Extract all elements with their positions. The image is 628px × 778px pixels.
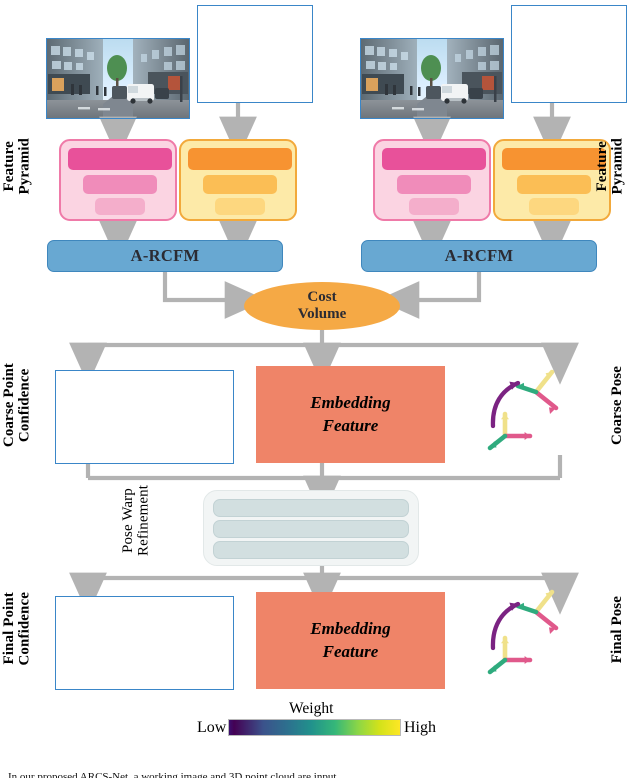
- cost-volume-label-line1: Cost: [307, 289, 337, 306]
- legend-title: Weight: [289, 700, 334, 717]
- a-rcfm-block-left: A-RCFM: [47, 240, 283, 272]
- pyramid-bar-level1: [68, 148, 172, 170]
- label-coarse-pose: Coarse Pose: [609, 366, 626, 445]
- label-line1: Feature: [593, 141, 610, 192]
- legend-low-label: Low: [197, 719, 227, 736]
- camera-panel-right: [360, 38, 504, 119]
- legend-high-label: High: [404, 719, 436, 736]
- embedding-feature-coarse: Embedding Feature: [256, 366, 445, 463]
- label-line2: Pyramid: [16, 138, 33, 195]
- label-line2: Confidence: [16, 368, 33, 442]
- camera-panel-left: [46, 38, 190, 119]
- label-line1: Pose Warp: [120, 488, 136, 553]
- pyramid-bar-level3: [529, 198, 579, 215]
- label-line2: Confidence: [16, 592, 33, 666]
- label-coarse-point-confidence: Coarse Point Confidence: [1, 363, 33, 448]
- pyramid-bar-level1: [188, 148, 292, 170]
- refinement-bar-1: [213, 499, 409, 517]
- pyramid-bar-level1: [502, 148, 606, 170]
- a-rcfm-label: A-RCFM: [444, 246, 514, 265]
- pyramid-bar-level3: [95, 198, 145, 215]
- embedding-label-line1: Embedding: [310, 618, 391, 638]
- figure-caption: In our proposed ARCS-Net, a working imag…: [8, 771, 337, 778]
- refinement-bar-3: [213, 541, 409, 559]
- label-line2: Refinement: [135, 485, 152, 556]
- pyramid-bar-level2: [203, 175, 277, 194]
- pyramid-bar-level3: [215, 198, 265, 215]
- coarse-point-confidence-panel: [55, 370, 234, 464]
- pyramid-bar-level2: [517, 175, 591, 194]
- final-pose-axes: [487, 589, 559, 675]
- architecture-diagram: A-RCFM A-RCFM Cost Volume Embedding Feat…: [0, 0, 628, 778]
- embedding-feature-final: Embedding Feature: [256, 592, 445, 689]
- label-feature-pyramid-left: Feature Pyramid: [1, 138, 33, 195]
- label-line2: Pyramid: [609, 138, 626, 195]
- a-rcfm-block-right: A-RCFM: [361, 240, 597, 272]
- refinement-bar-2: [213, 520, 409, 538]
- lidar-panel-left: [197, 5, 313, 103]
- embedding-label-line1: Embedding: [310, 392, 391, 412]
- cost-volume-node: Cost Volume: [244, 282, 400, 330]
- pose-warp-refinement-block: [203, 490, 419, 566]
- label-final-pose: Final Pose: [609, 596, 626, 664]
- a-rcfm-label: A-RCFM: [130, 246, 200, 265]
- pyramid-bar-level2: [83, 175, 157, 194]
- label-feature-pyramid-right: Feature Pyramid: [593, 138, 626, 195]
- weight-colorbar: [228, 719, 401, 736]
- label-line1: Coarse Pose: [609, 366, 626, 445]
- pyramid-bar-level2: [397, 175, 471, 194]
- embedding-label-line2: Feature: [322, 415, 379, 435]
- coarse-pose-axes: [487, 369, 559, 451]
- cost-volume-label-line2: Volume: [297, 306, 347, 322]
- label-line1: Coarse Point: [1, 363, 17, 448]
- feature-pyramid-image-left: [59, 139, 177, 221]
- label-pose-warp-refinement: Pose Warp Refinement: [120, 485, 152, 556]
- pyramid-bar-level1: [382, 148, 486, 170]
- lidar-panel-right: [511, 5, 627, 103]
- label-line1: Final Point: [1, 592, 17, 665]
- label-final-point-confidence: Final Point Confidence: [1, 592, 33, 666]
- feature-pyramid-image-right: [373, 139, 491, 221]
- final-point-confidence-panel: [55, 596, 234, 690]
- pyramid-bar-level3: [409, 198, 459, 215]
- label-line1: Feature: [1, 141, 17, 192]
- label-line1: Final Pose: [609, 596, 626, 664]
- embedding-label-line2: Feature: [322, 641, 379, 661]
- feature-pyramid-points-left: [179, 139, 297, 221]
